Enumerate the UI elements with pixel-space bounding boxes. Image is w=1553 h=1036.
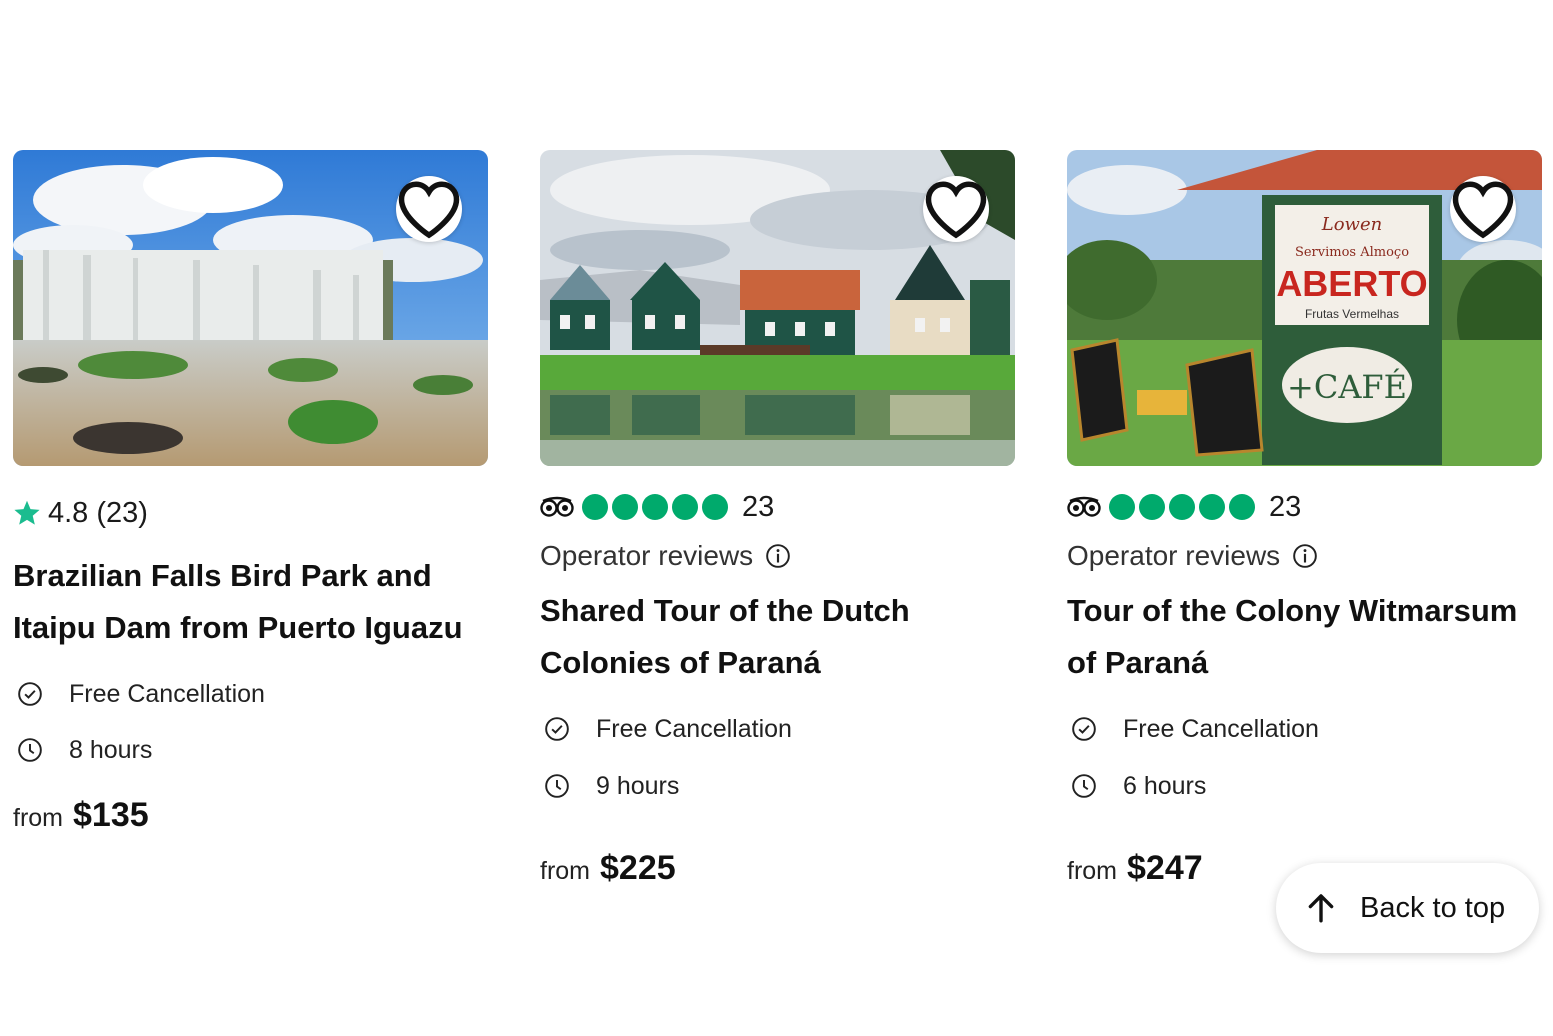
clock-icon (1072, 774, 1096, 798)
price: from $225 (540, 849, 1015, 888)
rating-bubbles (1109, 494, 1255, 520)
rating-bubble (1139, 494, 1165, 520)
clock-icon (545, 774, 569, 798)
feature-duration: 9 hours (540, 768, 1015, 804)
rating-bubble (582, 494, 608, 520)
rating-bubble (672, 494, 698, 520)
sign-line2: ABERTO (1276, 263, 1427, 304)
price-prefix: from (1067, 857, 1117, 885)
back-to-top-button[interactable]: Back to top (1276, 863, 1539, 953)
product-card-list: 4.8 (23) Brazilian Falls Bird Park and I… (13, 150, 1542, 888)
product-card[interactable]: 23 Operator reviews Shared Tour of the D… (540, 150, 1015, 888)
save-to-wishlist-button[interactable] (396, 176, 462, 242)
price-amount: $135 (73, 796, 149, 834)
operator-reviews-label: Operator reviews (1067, 540, 1281, 571)
operator-reviews: Operator reviews (1067, 538, 1542, 574)
rating-bubble (612, 494, 638, 520)
info-icon[interactable] (765, 543, 791, 569)
heart-icon (398, 181, 460, 239)
rating-bubbles (582, 494, 728, 520)
rating-text: 4.8 (23) (48, 496, 148, 529)
check-circle-icon (1072, 717, 1096, 741)
price-prefix: from (13, 804, 63, 832)
feature-label: 6 hours (1123, 771, 1207, 800)
feature-label: Free Cancellation (69, 679, 265, 708)
rating-bubble (1229, 494, 1255, 520)
price-amount: $247 (1127, 849, 1203, 887)
feature-duration: 6 hours (1067, 768, 1542, 804)
back-to-top-label: Back to top (1360, 891, 1506, 924)
info-icon[interactable] (1292, 543, 1318, 569)
feature-label: Free Cancellation (1123, 714, 1319, 743)
tripadvisor-owl-icon (1067, 496, 1101, 517)
rating-bubble (1169, 494, 1195, 520)
review-count: 23 (1269, 490, 1302, 523)
sign-brand: Lowen (1321, 214, 1382, 235)
tripadvisor-owl-icon (540, 496, 574, 517)
save-to-wishlist-button[interactable] (923, 176, 989, 242)
product-title[interactable]: Shared Tour of the Dutch Colonies of Par… (540, 585, 1015, 689)
operator-reviews: Operator reviews (540, 538, 1015, 574)
feature-free-cancellation: Free Cancellation (13, 676, 488, 712)
product-title[interactable]: Brazilian Falls Bird Park and Itaipu Dam… (13, 550, 488, 654)
feature-label: Free Cancellation (596, 714, 792, 743)
rating-bubble (1109, 494, 1135, 520)
bubble-rating: 23 (540, 490, 1015, 524)
price-amount: $225 (600, 849, 676, 887)
feature-duration: 8 hours (13, 732, 488, 768)
bubble-rating: 23 (1067, 490, 1542, 524)
sign-line1: Servimos Almoço (1295, 245, 1409, 260)
price: from $135 (13, 796, 488, 835)
rating: 4.8 (23) (13, 496, 488, 530)
rating-bubble (642, 494, 668, 520)
feature-label: 9 hours (596, 771, 680, 800)
product-photo-colony-sign[interactable]: Lowen Servimos Almoço ABERTO Frutas Verm… (1067, 150, 1542, 466)
arrow-up-icon (1308, 894, 1334, 923)
rating-bubble (702, 494, 728, 520)
product-photo-dutch-houses[interactable] (540, 150, 1015, 466)
check-circle-icon (18, 682, 42, 706)
review-count: 23 (742, 490, 775, 523)
operator-reviews-label: Operator reviews (540, 540, 754, 571)
feature-label: 8 hours (69, 735, 153, 764)
sign-cafe: +CAFÉ (1287, 368, 1407, 406)
product-card[interactable]: 4.8 (23) Brazilian Falls Bird Park and I… (13, 150, 488, 888)
sign-line3: Frutas Vermelhas (1305, 307, 1399, 321)
clock-icon (18, 738, 42, 762)
heart-icon (925, 181, 987, 239)
check-circle-icon (545, 717, 569, 741)
product-photo-waterfalls[interactable] (13, 150, 488, 466)
product-title[interactable]: Tour of the Colony Witmarsum of Paraná (1067, 585, 1542, 689)
star-icon (14, 500, 40, 525)
feature-free-cancellation: Free Cancellation (540, 711, 1015, 747)
rating-bubble (1199, 494, 1225, 520)
product-card[interactable]: Lowen Servimos Almoço ABERTO Frutas Verm… (1067, 150, 1542, 888)
price-prefix: from (540, 857, 590, 885)
save-to-wishlist-button[interactable] (1450, 176, 1516, 242)
feature-free-cancellation: Free Cancellation (1067, 711, 1542, 747)
heart-icon (1452, 181, 1514, 239)
